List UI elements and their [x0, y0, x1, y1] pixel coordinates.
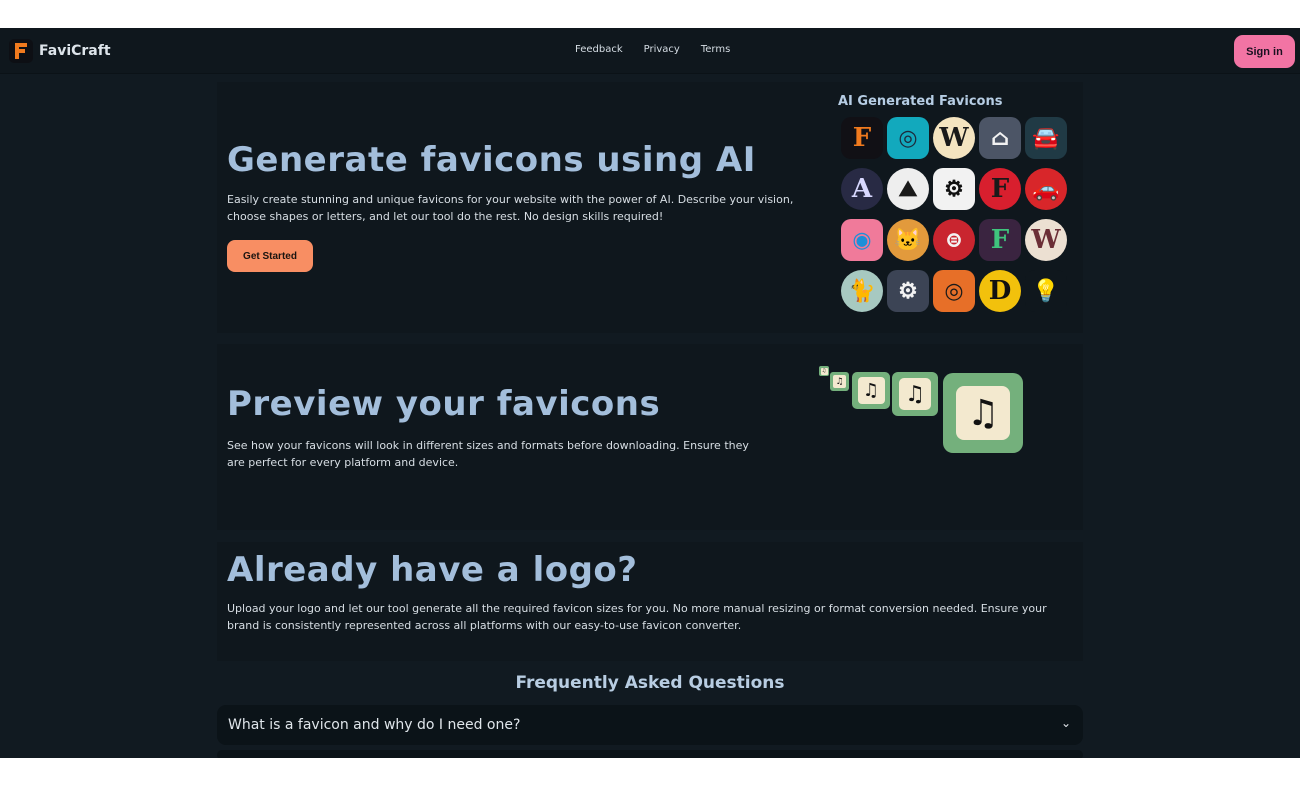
music-note-icon: ♫: [899, 378, 931, 410]
lifebuoy-icon: ◎: [887, 117, 929, 159]
letter-a-icon: A: [841, 168, 883, 210]
upload-logo-section: Already have a logo? Upload your logo an…: [217, 542, 1083, 661]
letter-w-icon: W: [933, 117, 975, 159]
map-pin-icon: ◉: [841, 219, 883, 261]
red-car-icon: 🚗: [1025, 168, 1067, 210]
favicraft-logo-icon: [9, 39, 33, 63]
preview-description: See how your favicons will look in diffe…: [227, 439, 749, 469]
letter-w-brown-icon: W: [1025, 219, 1067, 261]
music-note-icon: ♫: [956, 386, 1010, 440]
preview-favicon-64: ♫: [892, 372, 938, 416]
car-front-icon: 🚘: [1025, 117, 1067, 159]
letter-f-icon: F: [841, 117, 883, 159]
favicon-gallery: F ◎ W ⌂ 🚘 A ⛰ ⚙ F 🚗 ◉ 🐱 ⊜ F W 🐈 ⚙ ◎ D 💡: [841, 117, 1067, 312]
top-navbar: FaviCraft Feedback Privacy Terms Sign in: [0, 28, 1300, 74]
faq-item[interactable]: What is a favicon and why do I need one?…: [217, 705, 1083, 745]
app-viewport: FaviCraft Feedback Privacy Terms Sign in…: [0, 28, 1300, 758]
nav-feedback-link[interactable]: Feedback: [575, 44, 623, 55]
brand[interactable]: FaviCraft: [9, 39, 111, 63]
letter-f-red-icon: F: [979, 168, 1021, 210]
preview-section: Preview your favicons See how your favic…: [217, 344, 1083, 530]
brand-name: FaviCraft: [39, 43, 111, 59]
nav-privacy-link[interactable]: Privacy: [644, 44, 680, 55]
robot-icon: ⚙: [933, 168, 975, 210]
cat-badge-icon: 🐈: [841, 270, 883, 312]
preview-favicon-16: ♫: [819, 366, 829, 376]
preview-favicon-48: ♫: [852, 372, 890, 409]
cat-icon: 🐱: [887, 219, 929, 261]
preview-favicon-128: ♫: [943, 373, 1023, 453]
letter-d-hex-icon: D: [979, 270, 1021, 312]
hero-section: Generate favicons using AI Easily create…: [217, 82, 1083, 333]
mountain-car-icon: ⛰: [887, 168, 929, 210]
upload-description: Upload your logo and let our tool genera…: [227, 602, 1047, 632]
preview-title: Preview your favicons: [227, 384, 661, 424]
gallery-title: AI Generated Favicons: [838, 94, 1003, 109]
house-icon: ⌂: [979, 117, 1021, 159]
chevron-down-icon: ⌄: [1060, 716, 1071, 730]
lightbulb-icon: 💡: [1025, 270, 1067, 312]
music-note-icon: ♫: [857, 377, 885, 404]
preview-favicon-32: ♫: [830, 372, 849, 391]
upload-title: Already have a logo?: [227, 550, 638, 590]
nav-links: Feedback Privacy Terms: [575, 44, 751, 55]
faq-title: Frequently Asked Questions: [515, 673, 785, 693]
nav-terms-link[interactable]: Terms: [701, 44, 730, 55]
get-started-button[interactable]: Get Started: [227, 240, 313, 272]
orange-target-icon: ◎: [933, 270, 975, 312]
music-note-icon: ♫: [820, 367, 828, 375]
faq-item-next[interactable]: [217, 750, 1083, 758]
faq-question: What is a favicon and why do I need one?: [228, 717, 521, 733]
hero-title: Generate favicons using AI: [227, 140, 756, 180]
sign-in-button[interactable]: Sign in: [1234, 35, 1295, 68]
music-note-icon: ♫: [833, 375, 846, 388]
red-lock-icon: ⊜: [933, 219, 975, 261]
gear-color-icon: ⚙: [887, 270, 929, 312]
letter-f-green-icon: F: [979, 219, 1021, 261]
hero-description: Easily create stunning and unique favico…: [227, 193, 794, 223]
